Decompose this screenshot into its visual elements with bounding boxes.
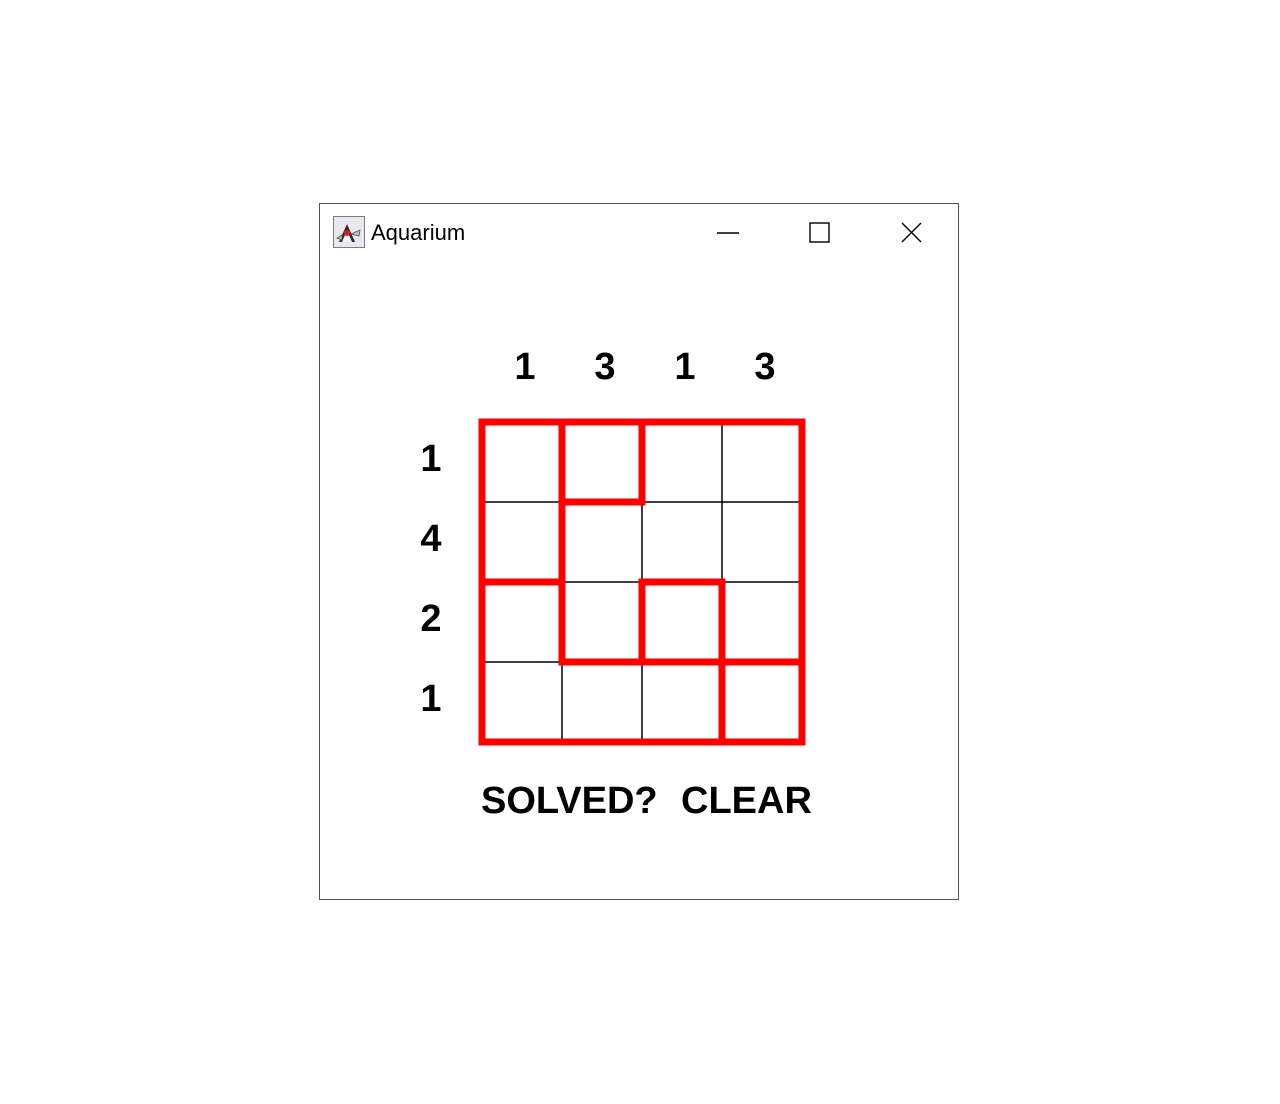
grid-cell[interactable]: [722, 582, 802, 662]
grid-cell[interactable]: [562, 662, 642, 742]
grid-cell[interactable]: [482, 662, 562, 742]
grid-cell[interactable]: [722, 662, 802, 742]
grid-cell[interactable]: [722, 422, 802, 502]
grid-cell[interactable]: [642, 582, 722, 662]
grid-cell[interactable]: [722, 502, 802, 582]
grid-cell[interactable]: [642, 422, 722, 502]
clear-button[interactable]: CLEAR: [681, 781, 812, 821]
grid-cell[interactable]: [482, 582, 562, 662]
grid-cell[interactable]: [482, 422, 562, 502]
grid-cell[interactable]: [562, 582, 642, 662]
grid-cell[interactable]: [482, 502, 562, 582]
grid-cell[interactable]: [642, 662, 722, 742]
solved-button[interactable]: SOLVED?: [481, 781, 658, 821]
app-window: Aquarium 1 3 1 3 1 4 2 1 SOLVED? CLEAR: [319, 203, 959, 900]
grid-cell[interactable]: [562, 422, 642, 502]
grid-cell[interactable]: [642, 502, 722, 582]
grid-cell[interactable]: [562, 502, 642, 582]
